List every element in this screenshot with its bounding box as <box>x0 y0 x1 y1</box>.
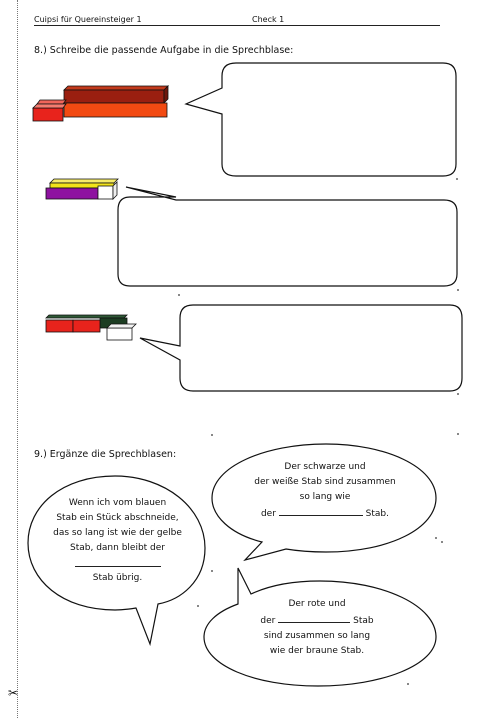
bubble-br-line1: Der rote und <box>288 599 346 609</box>
bubble-br-line2: der Stab <box>222 612 412 629</box>
red-rod-b <box>72 319 101 333</box>
bubble-br-blank[interactable] <box>278 612 351 623</box>
rod-group-1 <box>32 85 169 122</box>
bubble-tr-blank[interactable] <box>278 505 363 516</box>
bubble-left-line3: das so lang ist wie der gelbe <box>53 528 182 538</box>
bubble-bottom-right-text: Der rote und der Stab sind zusammen so l… <box>222 597 412 659</box>
bubble-left-blank[interactable] <box>40 556 195 571</box>
speech-bubble-1 <box>184 62 457 177</box>
bubble-tr-line2: der weiße Stab sind zusammen <box>254 477 396 487</box>
bubble-top-right-text: Der schwarze und der weiße Stab sind zus… <box>230 460 420 522</box>
orange-rod <box>63 102 168 118</box>
red-rod-top <box>36 99 67 105</box>
bubble-br-line3: sind zusammen so lang <box>263 631 371 641</box>
bubble-left-line2: Stab ein Stück abschneide, <box>56 513 179 523</box>
speech-bubble-3 <box>139 304 463 392</box>
red-rod-a <box>45 319 74 333</box>
bubble-left-line6: Stab übrig. <box>92 573 143 583</box>
bubble-br-line2-post: Stab <box>353 616 374 626</box>
white-cube-2-top <box>106 323 137 329</box>
purple-rod <box>45 187 99 200</box>
dark-rod-top <box>45 314 128 319</box>
bubble-br-line2-pre: der <box>260 616 276 626</box>
red-rod-step <box>32 103 67 109</box>
bubble-left-line4: Stab, dann bleibt der <box>70 543 165 553</box>
rod-group-3 <box>45 314 137 341</box>
speech-bubble-2 <box>117 186 458 287</box>
white-cube <box>97 185 114 200</box>
rod-group-2 <box>45 178 119 200</box>
red-rod-front-left <box>32 107 64 122</box>
bubble-tr-line3: so lang wie <box>299 492 351 502</box>
bubble-tr-line1: Der schwarze und <box>284 462 366 472</box>
bubble-br-line4: wie der braune Stab. <box>269 646 365 656</box>
white-cube-2 <box>106 327 133 341</box>
brown-rod-top <box>63 85 169 91</box>
bubble-tr-line4: der Stab. <box>230 505 420 522</box>
bubble-tr-line4-post: Stab. <box>365 509 390 519</box>
brown-rod <box>63 89 165 104</box>
bubble-left-text: Wenn ich vom blauen Stab ein Stück absch… <box>40 496 195 586</box>
bubble-tr-line4-pre: der <box>260 509 276 519</box>
yellow-rod-top <box>49 178 119 184</box>
bubble-left-line1: Wenn ich vom blauen <box>68 498 167 508</box>
